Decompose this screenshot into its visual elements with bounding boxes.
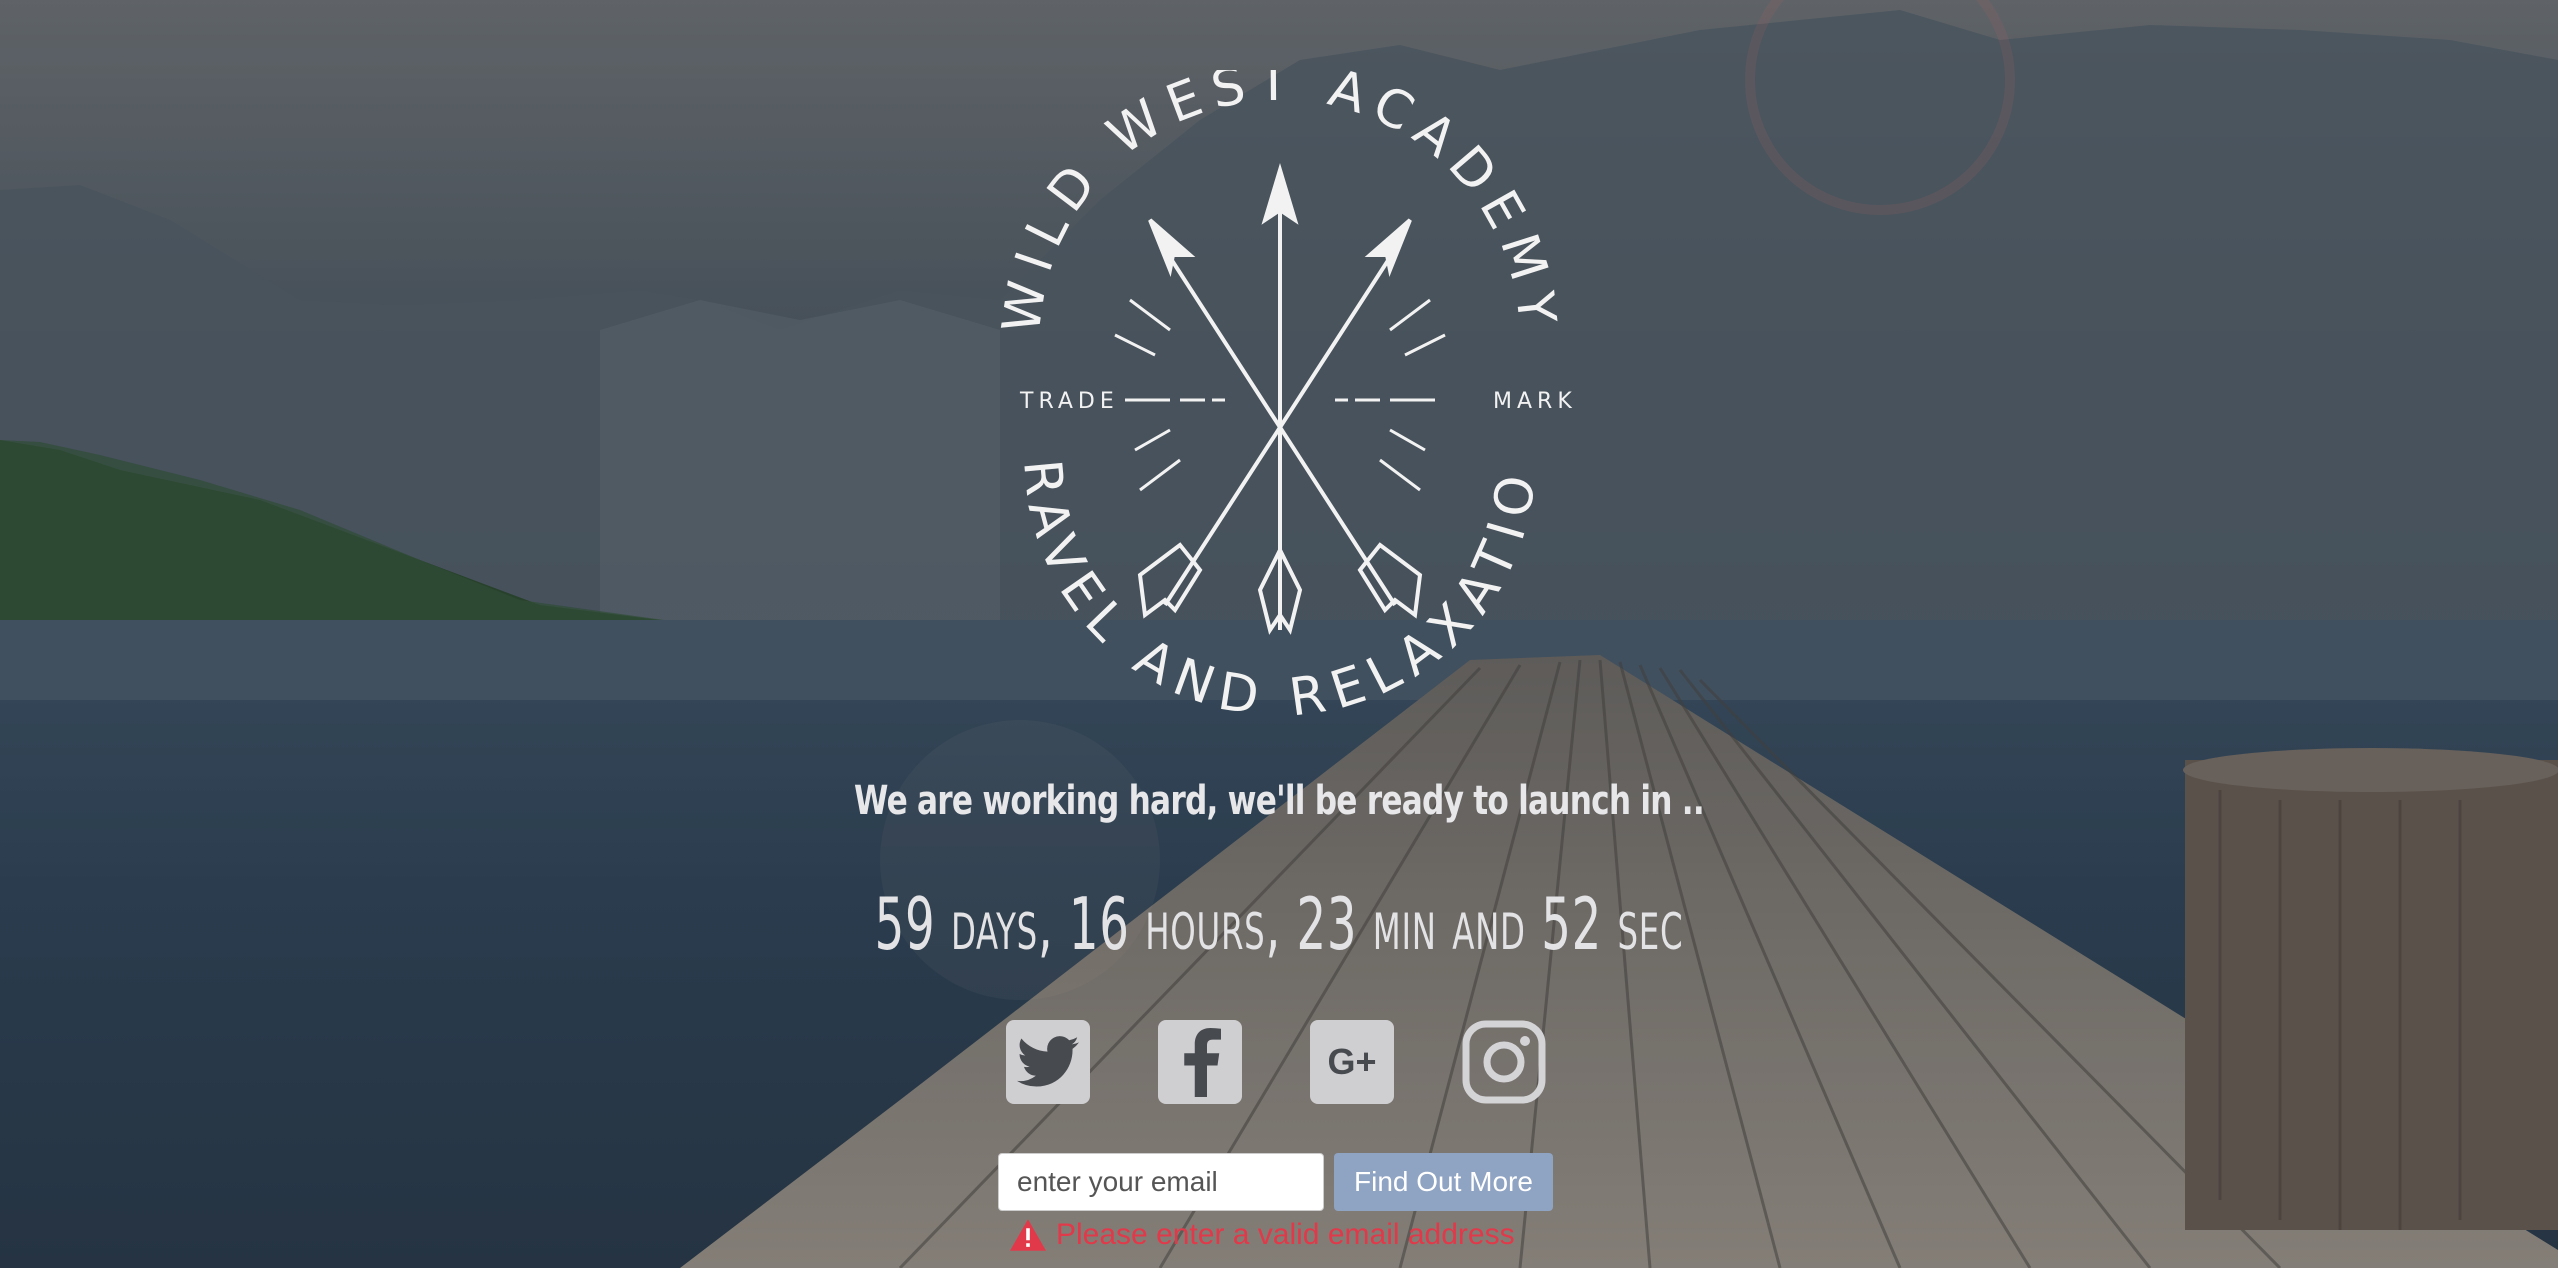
google-plus-link[interactable]: G+ — [1310, 1020, 1394, 1104]
social-links: G+ — [1006, 1020, 1546, 1104]
google-plus-icon: G+ — [1327, 1041, 1377, 1082]
twitter-link[interactable] — [1006, 1020, 1090, 1104]
logo-mark-text: MARK — [1493, 389, 1577, 414]
wild-west-academy-logo: WILD WEST ACADEMY TRAVEL AND RELAXATION … — [940, 70, 1577, 729]
find-out-more-button[interactable]: Find Out More — [1334, 1153, 1553, 1211]
instagram-link[interactable] — [1462, 1020, 1546, 1104]
instagram-icon — [1462, 1020, 1546, 1104]
error-message: Please enter a valid email address — [1056, 1218, 1515, 1251]
email-input[interactable] — [998, 1153, 1324, 1211]
facebook-icon — [1184, 1028, 1221, 1097]
tagline: We are working hard, we'll be ready to l… — [854, 778, 1705, 824]
subscribe-form: Find Out More — [998, 1153, 1553, 1211]
logo-trade-text: TRADE — [1019, 389, 1119, 414]
twitter-icon — [1017, 1036, 1079, 1087]
email-error: Please enter a valid email address — [1010, 1218, 1515, 1252]
warning-icon — [1010, 1219, 1046, 1251]
countdown-timer: 59 days, 16 hours, 23 min and 52 sec — [874, 882, 1684, 966]
facebook-link[interactable] — [1158, 1020, 1242, 1104]
